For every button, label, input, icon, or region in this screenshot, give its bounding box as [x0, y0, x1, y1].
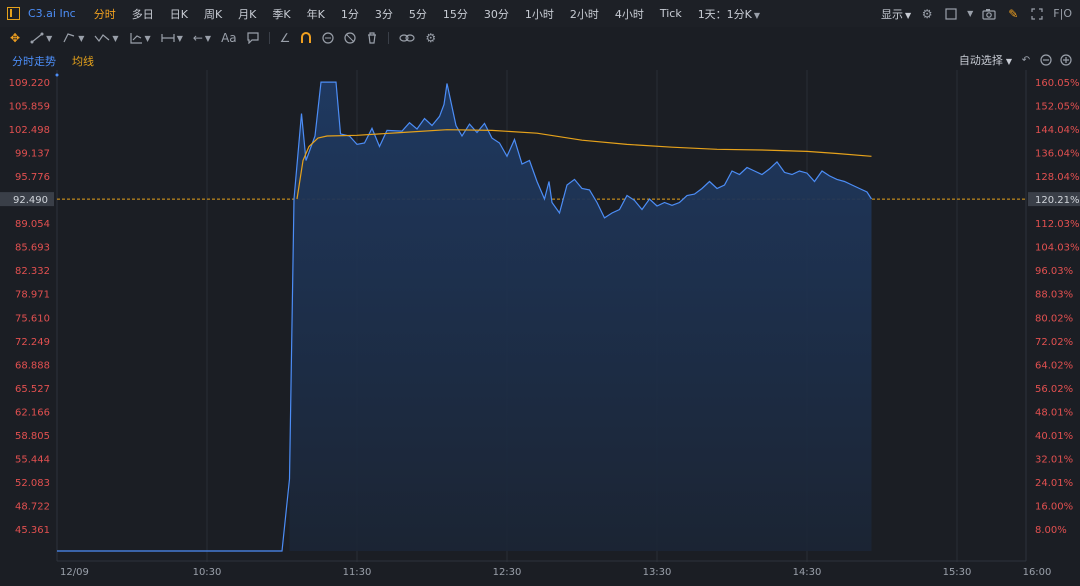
y-tick-right: 80.02% — [1035, 313, 1073, 324]
y-tick-left: 58.805 — [15, 431, 50, 442]
y-tick-left: 78.971 — [15, 290, 50, 301]
x-tick: 10:30 — [193, 567, 222, 578]
x-tick: 14:30 — [793, 567, 822, 578]
ref-price-label: 92.490 — [13, 195, 48, 206]
y-tick-left: 68.888 — [15, 360, 50, 371]
y-tick-left: 72.249 — [15, 337, 50, 348]
y-tick-left: 99.137 — [15, 149, 50, 160]
y-tick-left: 45.361 — [15, 525, 50, 536]
x-tick: 15:30 — [943, 567, 972, 578]
y-tick-right: 104.03% — [1035, 243, 1080, 254]
y-tick-left: 48.722 — [15, 501, 50, 512]
x-tick: 13:30 — [643, 567, 672, 578]
y-tick-right: 64.02% — [1035, 360, 1073, 371]
y-tick-right: 56.02% — [1035, 384, 1073, 395]
y-tick-left: 82.332 — [15, 266, 50, 277]
y-tick-left: 95.776 — [15, 172, 50, 183]
y-tick-left: 52.083 — [15, 478, 50, 489]
intraday-chart[interactable]: 109.220 105.859 102.498 99.137 95.776 92.490 8… — [0, 0, 1080, 586]
x-tick: 11:30 — [343, 567, 372, 578]
y-tick-left: 105.859 — [9, 102, 50, 113]
y-tick-left: 55.444 — [15, 454, 50, 465]
y-tick-right: 128.04% — [1035, 172, 1080, 183]
y-tick-left: 102.498 — [9, 125, 50, 136]
y-tick-left: 109.220 — [9, 78, 50, 89]
y-tick-left: 75.610 — [15, 313, 50, 324]
price-area — [289, 82, 872, 551]
y-tick-right: 48.01% — [1035, 407, 1073, 418]
chart-app: C3.ai Inc 分时 多日 日K 周K 月K 季K 年K 1分 3分 5分 … — [0, 0, 1080, 586]
y-tick-left: 85.693 — [15, 243, 50, 254]
y-tick-right: 112.03% — [1035, 219, 1080, 230]
y-tick-right: 16.00% — [1035, 501, 1073, 512]
y-tick-right: 160.05% — [1035, 78, 1080, 89]
x-tick: 16:00 — [1023, 567, 1052, 578]
y-tick-right: 144.04% — [1035, 125, 1080, 136]
legend-dot — [55, 73, 59, 77]
y-tick-right: 72.02% — [1035, 337, 1073, 348]
y-tick-right: 32.01% — [1035, 454, 1073, 465]
y-tick-right: 152.05% — [1035, 102, 1080, 113]
x-tick: 12/09 — [60, 567, 89, 578]
ref-pct-label: 120.21% — [1035, 195, 1080, 206]
x-tick: 12:30 — [493, 567, 522, 578]
y-tick-left: 89.054 — [15, 219, 50, 230]
y-tick-right: 88.03% — [1035, 290, 1073, 301]
y-tick-left: 65.527 — [15, 384, 50, 395]
y-tick-right: 24.01% — [1035, 478, 1073, 489]
y-tick-right: 136.04% — [1035, 149, 1080, 160]
y-tick-right: 40.01% — [1035, 431, 1073, 442]
y-tick-right: 96.03% — [1035, 266, 1073, 277]
y-tick-left: 62.166 — [15, 407, 50, 418]
y-tick-right: 8.00% — [1035, 525, 1067, 536]
